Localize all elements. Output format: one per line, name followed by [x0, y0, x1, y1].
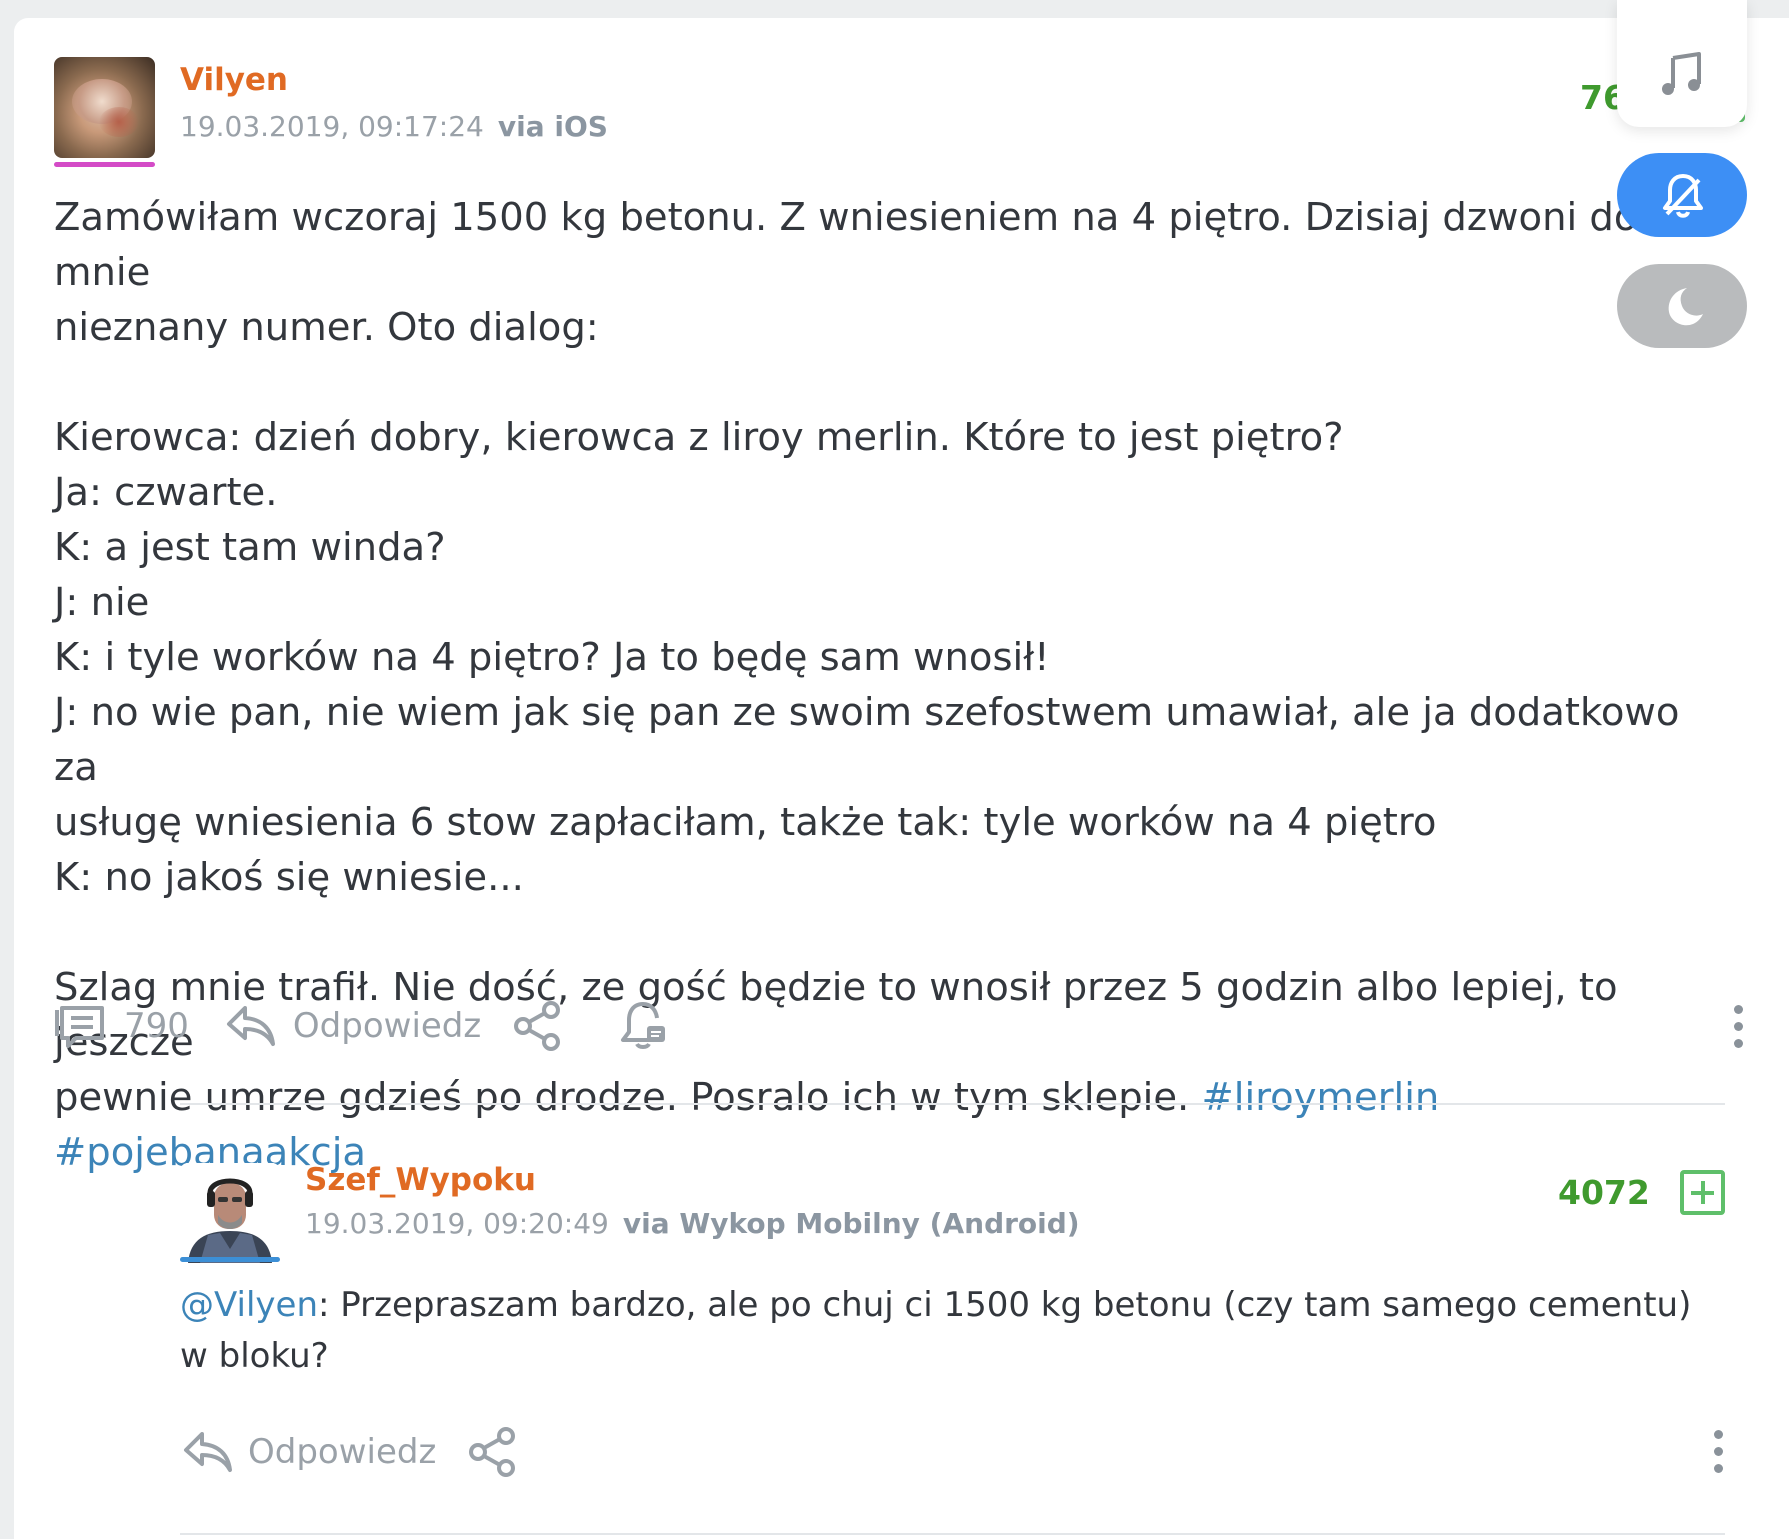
comments-icon — [55, 1006, 104, 1048]
dark-mode-toggle[interactable] — [1617, 264, 1747, 348]
mention-link[interactable]: @Vilyen — [180, 1285, 318, 1325]
entry-via: via iOS — [497, 110, 608, 143]
reply-date[interactable]: 19.03.2019, 09:20:49 — [305, 1207, 609, 1240]
author-avatar[interactable] — [54, 57, 155, 158]
share-button[interactable] — [466, 1424, 522, 1480]
entry-paragraph-1: Zamówiłam wczoraj 1500 kg betonu. Z wnie… — [54, 195, 1638, 350]
reply-plus-button[interactable] — [1680, 1170, 1725, 1215]
share-button[interactable] — [511, 998, 567, 1054]
entry-actions: 790 Odpowiedz — [54, 998, 671, 1054]
reply-label: Odpowiedz — [292, 1006, 482, 1046]
reply-button[interactable]: Odpowiedz — [180, 1424, 436, 1480]
reply-meta: 19.03.2019, 09:20:49 via Wykop Mobilny (A… — [305, 1207, 1080, 1240]
share-icon — [469, 1427, 516, 1477]
reply-label: Odpowiedz — [248, 1432, 437, 1472]
comments-count: 790 — [124, 1006, 189, 1046]
moon-icon — [1668, 288, 1703, 326]
comments-button[interactable]: 790 — [54, 998, 189, 1054]
reply-icon — [226, 1006, 275, 1046]
entry-paragraph-2: Kierowca: dzień dobry, kierowca z liroy … — [54, 415, 1680, 900]
divider — [180, 1103, 1725, 1105]
tag-link[interactable]: #liroymerlin — [1202, 1075, 1440, 1120]
divider — [180, 1533, 1725, 1535]
reply-author[interactable]: Szef_Wypoku — [305, 1162, 536, 1198]
entry-date[interactable]: 19.03.2019, 09:17:24 — [180, 110, 484, 143]
reply-more-icon[interactable] — [1714, 1430, 1724, 1481]
reply-via: via Wykop Mobilny (Android) — [622, 1207, 1080, 1240]
bell-off-icon — [1663, 174, 1703, 218]
music-button[interactable] — [1617, 0, 1747, 127]
observe-button[interactable] — [615, 998, 671, 1054]
music-icon — [1662, 52, 1701, 95]
reply-icon — [184, 1432, 232, 1472]
person-avatar-icon — [180, 1163, 280, 1263]
reply-body: @Vilyen: Przepraszam bardzo, ale po chuj… — [180, 1280, 1710, 1382]
share-icon — [514, 1001, 561, 1051]
reply-button[interactable]: Odpowiedz — [223, 998, 481, 1054]
notifications-toggle[interactable] — [1617, 153, 1747, 237]
reply-actions: Odpowiedz — [180, 1424, 522, 1480]
entry-more-icon[interactable] — [1734, 1005, 1744, 1056]
reply-text: : Przepraszam bardzo, ale po chuj ci 150… — [180, 1285, 1692, 1376]
avatar-gender-bar — [54, 162, 155, 167]
bell-icon — [621, 1002, 666, 1049]
reply-votes: 4072 — [1558, 1173, 1650, 1212]
reply-author-avatar[interactable] — [180, 1163, 280, 1263]
entry-author[interactable]: Vilyen — [180, 62, 288, 98]
entry-meta: 19.03.2019, 09:17:24 via iOS — [180, 110, 608, 143]
avatar-gender-bar — [180, 1257, 280, 1262]
